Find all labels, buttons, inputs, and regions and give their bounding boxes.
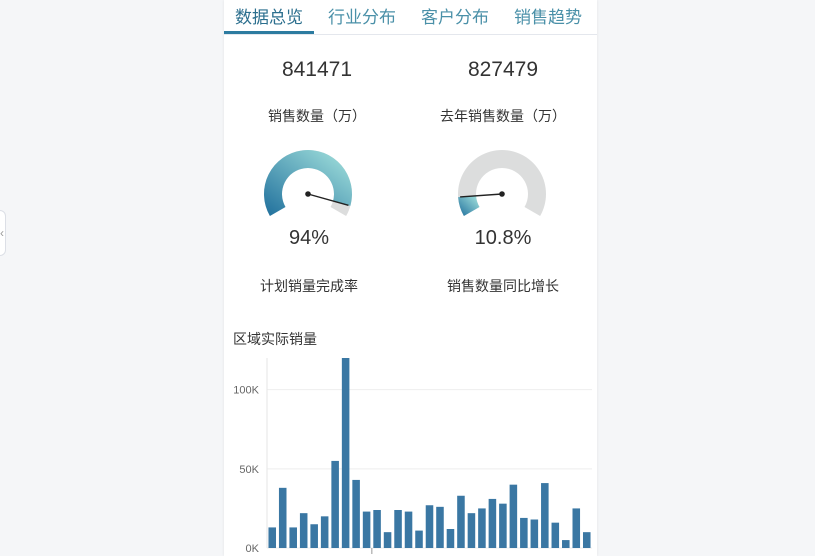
bar xyxy=(509,484,518,548)
bar xyxy=(310,524,318,548)
bar xyxy=(331,460,339,548)
bar xyxy=(278,487,287,548)
bar xyxy=(582,532,591,548)
bar xyxy=(467,513,476,548)
regional-sales-bar-chart: 0K 50K 100K xyxy=(233,358,592,555)
active-tab-indicator xyxy=(224,31,314,34)
last-year-sales-label: 去年销售数量（万） xyxy=(440,108,566,124)
bar xyxy=(488,498,497,548)
bar xyxy=(478,508,486,548)
bar xyxy=(457,495,465,548)
yoy-growth-value: 10.8% xyxy=(474,227,532,249)
last-year-sales-value: 827479 xyxy=(467,58,539,81)
bar xyxy=(299,513,308,548)
bar xyxy=(268,527,277,548)
chart-title: 区域实际销量 xyxy=(233,331,317,347)
bar xyxy=(541,483,549,548)
plan-completion-label: 计划销量完成率 xyxy=(260,278,358,294)
tab-bar: 数据总览 行业分布 客户分布 销售趋势 xyxy=(224,0,597,35)
bar xyxy=(499,503,507,548)
bar xyxy=(551,522,560,548)
bar xyxy=(446,529,455,548)
bar xyxy=(562,540,570,548)
bar xyxy=(289,527,297,548)
bar xyxy=(520,517,528,548)
y-tick-label: 0K xyxy=(246,543,260,555)
sales-quantity-value: 841471 xyxy=(281,58,353,81)
yoy-growth-gauge xyxy=(458,150,546,216)
bar xyxy=(404,511,413,548)
bar xyxy=(383,532,392,548)
tab-trend[interactable]: 销售趋势 xyxy=(514,6,582,30)
yoy-growth-label: 销售数量同比增长 xyxy=(447,278,559,294)
bar xyxy=(425,505,434,548)
bar xyxy=(352,479,360,548)
tab-overview[interactable]: 数据总览 xyxy=(235,6,303,30)
plan-completion-value: 94% xyxy=(288,227,330,249)
sidebar-collapse-toggle[interactable]: ‹ xyxy=(0,210,6,256)
bar xyxy=(436,506,444,548)
dashboard-panel: 数据总览 行业分布 客户分布 销售趋势 841471 销售数量（万） 82747… xyxy=(224,0,597,556)
y-tick-label: 100K xyxy=(233,385,259,397)
y-tick-label: 50K xyxy=(239,464,259,476)
gauge-fill xyxy=(458,195,480,216)
tab-customer[interactable]: 客户分布 xyxy=(421,6,489,30)
chevron-left-icon: ‹ xyxy=(0,226,4,240)
bar xyxy=(394,510,402,548)
gauge-pivot xyxy=(305,191,311,197)
gauge-pivot xyxy=(499,191,505,197)
bar xyxy=(362,511,371,548)
sales-quantity-label: 销售数量（万） xyxy=(268,108,366,124)
bar xyxy=(320,516,329,548)
tab-industry[interactable]: 行业分布 xyxy=(328,6,396,30)
plan-completion-gauge xyxy=(264,150,352,216)
bar xyxy=(530,519,539,548)
bar xyxy=(572,508,581,548)
bar xyxy=(415,530,423,548)
bar xyxy=(341,358,350,548)
bar xyxy=(373,510,381,548)
